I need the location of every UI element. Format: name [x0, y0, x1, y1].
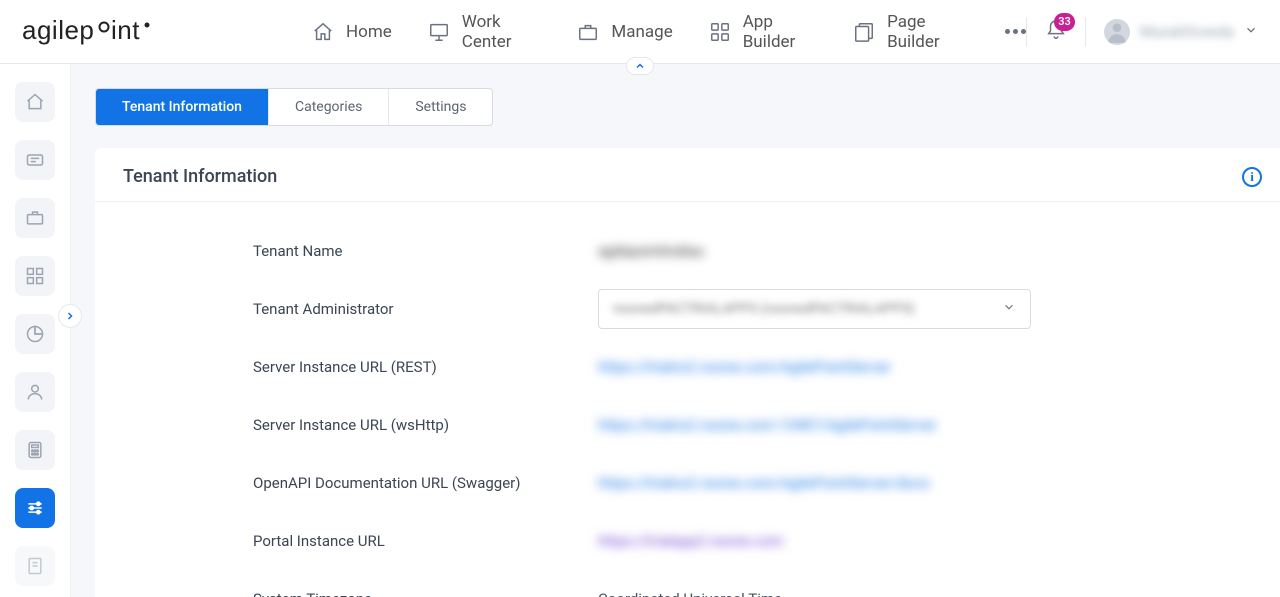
field-label: OpenAPI Documentation URL (Swagger)	[253, 474, 598, 492]
nav-app-builder[interactable]: App Builder	[709, 12, 817, 52]
header-right: 33 MuraliGowda	[1026, 17, 1258, 47]
row-swagger-url: OpenAPI Documentation URL (Swagger) http…	[253, 454, 1262, 512]
tab-tenant-information[interactable]: Tenant Information	[96, 89, 269, 125]
field-value-swagger-url[interactable]: https://trialnx2.nxone.com/AgilePointSer…	[598, 474, 930, 492]
sidebar-item-apps[interactable]	[15, 256, 55, 296]
nav-manage[interactable]: Manage	[577, 21, 672, 43]
top-header: agilep int Home Work Center Manage	[0, 0, 1280, 64]
sidebar-item-settings[interactable]	[15, 488, 55, 528]
user-menu[interactable]: MuraliGowda	[1104, 19, 1258, 45]
monitor-icon	[428, 21, 450, 43]
sidebar-item-home[interactable]	[15, 82, 55, 122]
briefcase-icon	[577, 21, 599, 43]
chevron-down-icon	[1002, 300, 1016, 318]
sidebar	[0, 64, 70, 597]
field-value-rest-url[interactable]: https://trialnx2.nxone.com/AgilePointSer…	[598, 358, 891, 376]
nav-page-builder[interactable]: Page Builder	[853, 12, 969, 52]
sidebar-item-chart[interactable]	[15, 314, 55, 354]
tenant-admin-select[interactable]: nxonedPACTRIALAPPS (nxonedPACTRIALAPPS)	[598, 289, 1031, 329]
tab-settings[interactable]: Settings	[389, 89, 492, 125]
primary-nav: Home Work Center Manage App Builder Page…	[312, 12, 1026, 52]
field-label: Server Instance URL (wsHttp)	[253, 416, 598, 434]
tab-label: Settings	[415, 99, 466, 115]
sidebar-item-calc[interactable]	[15, 430, 55, 470]
field-value-timezone: Coordinated Universal Time	[598, 590, 782, 597]
field-label: Server Instance URL (REST)	[253, 358, 598, 376]
main-content: Tenant Information Categories Settings T…	[70, 64, 1280, 597]
tenant-info-panel: Tenant Information i Tenant Name agilepo…	[95, 148, 1280, 597]
sidebar-item-user[interactable]	[15, 372, 55, 412]
nav-label: Work Center	[462, 12, 542, 52]
tab-categories[interactable]: Categories	[269, 89, 389, 125]
field-label: Tenant Name	[253, 242, 598, 260]
nav-label: Manage	[611, 22, 672, 42]
username-label: MuraliGowda	[1140, 22, 1234, 41]
sidebar-expand-toggle[interactable]	[58, 304, 82, 328]
nav-home[interactable]: Home	[312, 21, 392, 43]
field-label: System Timezone	[253, 590, 598, 597]
svg-text:agilep: agilep	[22, 17, 94, 45]
row-timezone: System Timezone Coordinated Universal Ti…	[253, 570, 1262, 597]
content-tabs: Tenant Information Categories Settings	[95, 88, 493, 126]
apps-icon	[709, 21, 731, 43]
row-tenant-name: Tenant Name agilepointindiau	[253, 222, 1262, 280]
notifications-button[interactable]: 33	[1045, 19, 1067, 45]
field-value-tenant-name: agilepointindiau	[598, 242, 704, 260]
nav-label: Page Builder	[887, 12, 969, 52]
separator	[1085, 17, 1086, 47]
panel-header: Tenant Information i	[95, 148, 1280, 202]
nav-more-icon[interactable]	[1005, 29, 1026, 34]
tab-label: Categories	[295, 99, 362, 115]
sidebar-item-card[interactable]	[15, 140, 55, 180]
nav-work-center[interactable]: Work Center	[428, 12, 542, 52]
nav-label: Home	[346, 22, 392, 42]
row-wshttp-url: Server Instance URL (wsHttp) https://tri…	[253, 396, 1262, 454]
panel-title: Tenant Information	[123, 166, 277, 187]
field-label: Tenant Administrator	[253, 300, 598, 318]
info-icon[interactable]: i	[1242, 167, 1262, 187]
row-rest-url: Server Instance URL (REST) https://trial…	[253, 338, 1262, 396]
field-value-wshttp-url[interactable]: https://trialnx2.nxone.com:13487/AgilePo…	[598, 416, 937, 434]
row-tenant-admin: Tenant Administrator nxonedPACTRIALAPPS …	[253, 280, 1262, 338]
brand-logo: agilep int	[22, 17, 182, 47]
tab-label: Tenant Information	[122, 99, 242, 115]
sidebar-item-toolbox[interactable]	[15, 198, 55, 238]
nav-label: App Builder	[743, 12, 817, 52]
notification-count-badge: 33	[1054, 13, 1075, 31]
sidebar-item-doc[interactable]	[15, 546, 55, 586]
field-value-portal-url[interactable]: https://trialapp2.nxone.com	[598, 532, 783, 550]
select-value: nxonedPACTRIALAPPS (nxonedPACTRIALAPPS)	[613, 301, 915, 317]
row-portal-url: Portal Instance URL https://trialapp2.nx…	[253, 512, 1262, 570]
separator	[1026, 17, 1027, 47]
home-icon	[312, 21, 334, 43]
tenant-info-form: Tenant Name agilepointindiau Tenant Admi…	[95, 202, 1280, 597]
svg-text:int: int	[111, 17, 140, 45]
chevron-down-icon	[1244, 22, 1258, 41]
header-collapse-toggle[interactable]	[626, 57, 654, 75]
avatar	[1104, 19, 1130, 45]
pages-icon	[853, 21, 875, 43]
field-label: Portal Instance URL	[253, 532, 598, 550]
